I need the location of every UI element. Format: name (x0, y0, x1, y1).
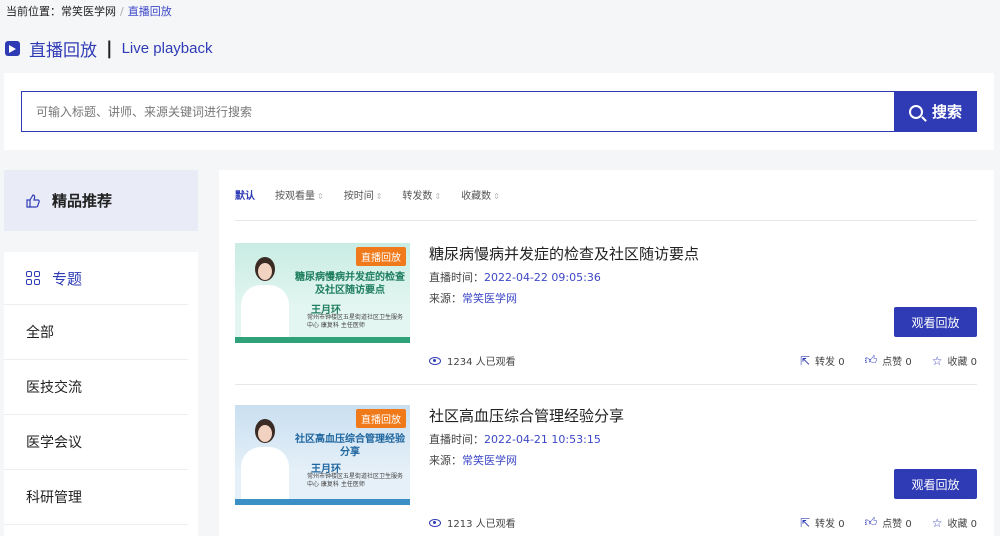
share-button[interactable]: ⇱ 转发 0 (799, 353, 845, 369)
breadcrumb: 当前位置：常笑医学网 / 直播回放 (6, 3, 172, 19)
video-source-link[interactable]: 常笑医学网 (462, 454, 517, 467)
view-count-text: 1213 人已观看 (447, 519, 516, 530)
thumbs-up-icon: 👍︎ (864, 515, 878, 529)
favorite-button[interactable]: ☆ 收藏 0 (931, 353, 977, 369)
breadcrumb-home-link[interactable]: 常笑医学网 (61, 5, 116, 18)
video-time: 直播时间：2022-04-22 09:05:36 (429, 269, 601, 285)
share-icon: ⇱ (799, 353, 811, 368)
video-cover[interactable]: 直播回放 社区高血压综合管理经验分享 王月环 常州市钟楼区五星街道社区卫生服务中… (235, 405, 410, 505)
view-count: 1213 人已观看 (429, 515, 516, 530)
video-list-panel: 默认 按观看量 ⇕ 按时间 ⇕ 转发数 ⇕ 收藏数 ⇕ 直播回放 糖尿病慢病并发症的检查… (219, 170, 994, 536)
sidebar-item-all[interactable]: 全部 (4, 305, 188, 360)
sort-favorites-label: 收藏数 (461, 191, 492, 202)
sidebar-featured-label: 精品推荐 (52, 192, 113, 210)
sort-arrow-icon: ⇕ (434, 192, 442, 201)
share-count: 转发 0 (815, 519, 845, 530)
favorite-count: 收藏 0 (947, 519, 977, 530)
video-actions: ⇱ 转发 0 👍︎ 点赞 0 ☆ 收藏 0 (780, 353, 977, 368)
sort-by-shares[interactable]: 转发数 ⇕ (402, 187, 441, 202)
cover-title: 社区高血压综合管理经验分享 (295, 434, 405, 458)
sort-by-favorites[interactable]: 收藏数 ⇕ (461, 187, 500, 202)
video-item: 直播回放 社区高血压综合管理经验分享 王月环 常州市钟楼区五星街道社区卫生服务中… (235, 405, 977, 533)
share-icon: ⇱ (799, 515, 811, 530)
sort-shares-label: 转发数 (402, 191, 433, 202)
sort-arrow-icon: ⇕ (375, 192, 383, 201)
live-replay-badge: 直播回放 (356, 409, 406, 428)
sort-by-views[interactable]: 按观看量 ⇕ (275, 187, 324, 202)
page-title-cn: 直播回放 (29, 41, 97, 61)
favorite-button[interactable]: ☆ 收藏 0 (931, 515, 977, 531)
sort-default[interactable]: 默认 (235, 187, 255, 202)
sort-time-label: 按时间 (343, 191, 374, 202)
cover-speaker-org: 常州市钟楼区五星街道社区卫生服务中心 康复科 主任医师 (307, 473, 404, 488)
search-button-label: 搜索 (931, 103, 962, 121)
like-count: 点赞 0 (882, 357, 912, 368)
video-source-link[interactable]: 常笑医学网 (462, 292, 517, 305)
like-button[interactable]: 👍︎ 点赞 0 (865, 515, 912, 530)
star-icon: ☆ (931, 353, 943, 368)
like-count: 点赞 0 (882, 519, 912, 530)
search-input[interactable] (21, 91, 895, 132)
video-source: 来源：常笑医学网 (429, 290, 517, 306)
cover-speaker-org: 常州市钟楼区五星街道社区卫生服务中心 康复科 主任医师 (307, 314, 404, 329)
star-icon: ☆ (931, 515, 943, 530)
breadcrumb-prefix: 当前位置： (6, 5, 61, 18)
speaker-photo (241, 415, 289, 499)
grid-icon (26, 271, 40, 285)
page-title-separator: | (106, 38, 113, 59)
video-title[interactable]: 糖尿病慢病并发症的检查及社区随访要点 (429, 243, 699, 264)
watch-replay-button[interactable]: 观看回放 (894, 307, 977, 337)
search-button[interactable]: 搜索 (894, 91, 977, 132)
sort-bar: 默认 按观看量 ⇕ 按时间 ⇕ 转发数 ⇕ 收藏数 ⇕ (235, 187, 520, 202)
eye-icon (429, 356, 441, 365)
live-replay-badge: 直播回放 (356, 247, 406, 266)
sort-views-label: 按观看量 (275, 191, 315, 202)
page-title-en: Live playback (121, 40, 213, 57)
share-button[interactable]: ⇱ 转发 0 (799, 515, 845, 531)
video-cover[interactable]: 直播回放 糖尿病慢病并发症的检查及社区随访要点 王月环 常州市钟楼区五星街道社区… (235, 243, 410, 343)
search-icon (908, 104, 923, 119)
video-time-value: 2022-04-22 09:05:36 (484, 271, 601, 284)
sort-arrow-icon: ⇕ (493, 192, 500, 201)
video-time: 直播时间：2022-04-21 10:53:15 (429, 431, 601, 447)
like-button[interactable]: 👍︎ 点赞 0 (865, 353, 912, 368)
view-count-text: 1234 人已观看 (447, 357, 516, 368)
view-count: 1234 人已观看 (429, 353, 516, 368)
sort-by-time[interactable]: 按时间 ⇕ (344, 187, 383, 202)
video-title[interactable]: 社区高血压综合管理经验分享 (429, 405, 624, 426)
video-time-value: 2022-04-21 10:53:15 (484, 433, 601, 446)
sort-default-label: 默认 (235, 191, 255, 202)
video-play-icon (5, 41, 20, 56)
page-title: 直播回放 | Live playback (5, 36, 212, 61)
thumbs-up-icon: 👍︎ (864, 353, 878, 367)
eye-icon (429, 518, 441, 527)
video-actions: ⇱ 转发 0 👍︎ 点赞 0 ☆ 收藏 0 (780, 515, 977, 530)
video-source-label: 来源： (429, 292, 462, 305)
breadcrumb-current: 直播回放 (127, 5, 172, 18)
cover-title: 糖尿病慢病并发症的检查及社区随访要点 (295, 272, 405, 296)
favorite-count: 收藏 0 (947, 357, 977, 368)
sidebar-topic-header: 专题 (4, 252, 188, 305)
thumbs-up-icon (26, 193, 40, 208)
video-source-label: 来源： (429, 454, 462, 467)
watch-replay-button[interactable]: 观看回放 (894, 469, 977, 499)
video-time-label: 直播时间： (429, 271, 484, 284)
sidebar-item-tech-exchange[interactable]: 医技交流 (4, 360, 188, 415)
video-time-label: 直播时间： (429, 433, 484, 446)
sidebar-featured[interactable]: 精品推荐 (4, 170, 198, 231)
share-count: 转发 0 (815, 357, 845, 368)
sidebar-item-research[interactable]: 科研管理 (4, 470, 188, 525)
breadcrumb-separator: / (120, 5, 124, 18)
video-item: 直播回放 糖尿病慢病并发症的检查及社区随访要点 王月环 常州市钟楼区五星街道社区… (235, 243, 977, 371)
divider (235, 220, 977, 221)
sidebar-topics: 专题 全部 医技交流 医学会议 科研管理 (4, 252, 198, 536)
sort-arrow-icon: ⇕ (317, 192, 324, 201)
divider (235, 384, 977, 385)
sidebar-topic-label: 专题 (52, 269, 83, 288)
video-source: 来源：常笑医学网 (429, 452, 517, 468)
speaker-photo (241, 253, 289, 337)
sidebar-item-conference[interactable]: 医学会议 (4, 415, 188, 470)
search-panel: 搜索 (4, 73, 994, 150)
